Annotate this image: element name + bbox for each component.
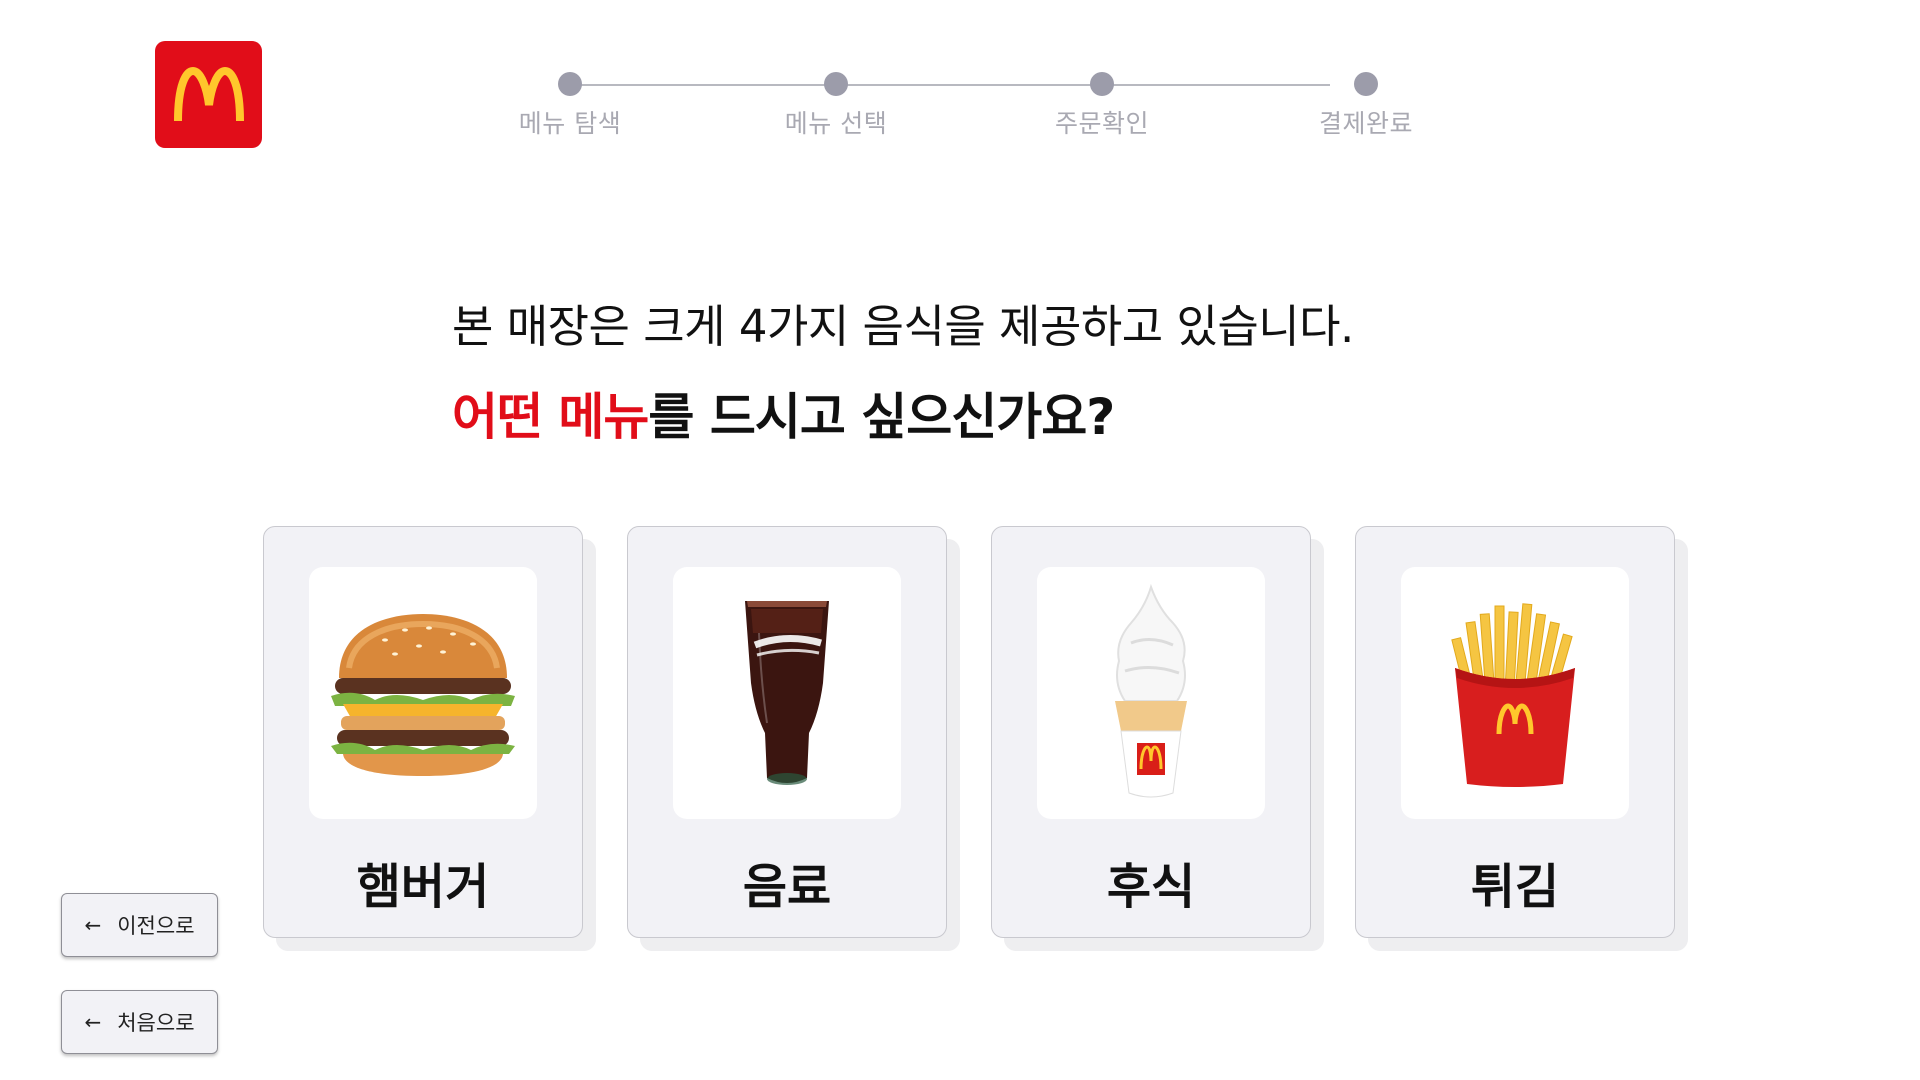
home-button-label: 처음으로 bbox=[117, 1011, 195, 1035]
category-card-dessert[interactable]: 후식 bbox=[991, 526, 1311, 938]
step-label: 메뉴 탐색 bbox=[518, 109, 622, 138]
category-card-drink[interactable]: 음료 bbox=[627, 526, 947, 938]
mcdonalds-golden-arches-icon bbox=[173, 66, 244, 121]
ice-cream-cone-icon bbox=[1115, 583, 1187, 798]
hamburger-icon bbox=[331, 614, 515, 776]
card-image bbox=[309, 567, 537, 819]
step-payment-complete: 결제완료 bbox=[1286, 72, 1446, 140]
back-button-label: 이전으로 bbox=[117, 914, 195, 938]
step-dot bbox=[1354, 72, 1378, 96]
progress-stepper: 메뉴 탐색 메뉴 선택 주문확인 결제완료 bbox=[470, 64, 1470, 154]
category-label: 햄버거 bbox=[356, 859, 490, 915]
question-heading: 본 매장은 크게 4가지 음식을 제공하고 있습니다. 어떤 메뉴를 드시고 싶… bbox=[452, 290, 1552, 449]
step-label: 결제완료 bbox=[1318, 109, 1413, 138]
cola-drink-icon bbox=[745, 601, 829, 785]
step-label: 메뉴 선택 bbox=[784, 109, 888, 138]
step-order-confirm: 주문확인 bbox=[1022, 72, 1182, 140]
question-intro: 본 매장은 크게 4가지 음식을 제공하고 있습니다. bbox=[452, 300, 1354, 353]
category-label: 음료 bbox=[742, 859, 832, 915]
step-menu-select: 메뉴 선택 bbox=[756, 72, 916, 140]
mcdonalds-logo bbox=[155, 41, 262, 148]
card-image bbox=[673, 567, 901, 819]
french-fries-icon bbox=[1451, 603, 1575, 787]
home-button[interactable]: ← 처음으로 bbox=[61, 990, 218, 1054]
step-dot bbox=[558, 72, 582, 96]
card-image bbox=[1401, 567, 1629, 819]
arrow-left-icon: ← bbox=[84, 913, 102, 937]
category-label: 튀김 bbox=[1470, 859, 1560, 915]
arrow-left-icon: ← bbox=[84, 1010, 102, 1034]
question-accent: 어떤 메뉴 bbox=[452, 388, 649, 446]
step-menu-browse: 메뉴 탐색 bbox=[490, 72, 650, 140]
step-label: 주문확인 bbox=[1054, 109, 1149, 138]
question-prompt: 어떤 메뉴를 드시고 싶으신가요? bbox=[452, 377, 1552, 449]
category-label: 후식 bbox=[1106, 859, 1196, 915]
question-rest: 를 드시고 싶으신가요? bbox=[648, 388, 1115, 446]
category-card-hamburger[interactable]: 햄버거 bbox=[263, 526, 583, 938]
step-dot bbox=[1090, 72, 1114, 96]
card-image bbox=[1037, 567, 1265, 819]
step-dot bbox=[824, 72, 848, 96]
category-card-fried[interactable]: 튀김 bbox=[1355, 526, 1675, 938]
step-connector bbox=[570, 84, 1330, 86]
back-button[interactable]: ← 이전으로 bbox=[61, 893, 218, 957]
